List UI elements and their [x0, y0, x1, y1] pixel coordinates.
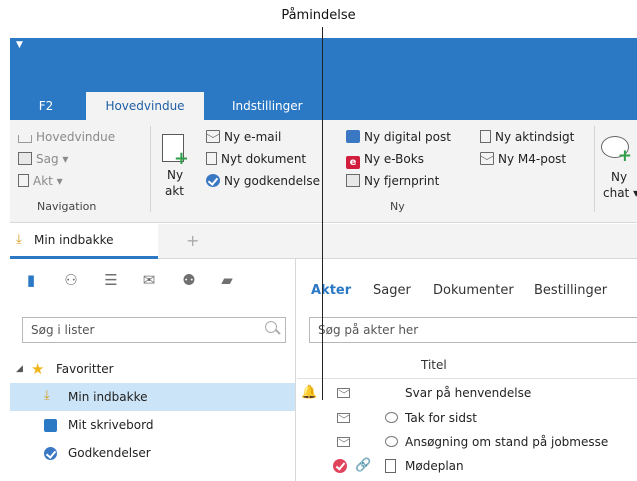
- chat-bubble-icon: +: [601, 136, 632, 165]
- ny-digital-post-button[interactable]: Ny digital post: [346, 130, 451, 144]
- ny-chat-line1: Ny: [611, 170, 628, 184]
- tab-dokumenter[interactable]: Dokumenter: [433, 283, 514, 298]
- quick-access-dropdown-icon[interactable]: ▼: [16, 40, 23, 50]
- row-title: Mødeplan: [405, 459, 464, 473]
- ny-aktindsigt-button[interactable]: Ny aktindsigt: [480, 130, 574, 144]
- document-tab-strip: ⤓ Min indbakke +: [10, 224, 637, 259]
- tree-item-favoritter[interactable]: ◢ ★ Favoritter: [10, 355, 295, 383]
- doc-tab-min-indbakke[interactable]: ⤓ Min indbakke: [10, 224, 158, 259]
- speech-bubble-icon: [385, 436, 398, 447]
- approval-check-icon: [44, 447, 57, 460]
- table-row[interactable]: 🔔 Svar på henvendelse: [297, 381, 637, 405]
- email-icon: [206, 130, 220, 143]
- collapse-arrow-icon[interactable]: ◢: [16, 355, 23, 383]
- tree-item-godkendelser[interactable]: Godkendelser: [10, 439, 295, 467]
- ny-email-button[interactable]: Ny e-mail: [206, 130, 281, 144]
- house-icon: [18, 135, 32, 143]
- document-icon[interactable]: ▮: [22, 271, 40, 289]
- group-label-ny: Ny: [390, 200, 405, 213]
- tab-indstillinger[interactable]: Indstillinger: [232, 92, 332, 120]
- document-icon: [18, 174, 29, 187]
- table-row[interactable]: 🔗 Mødeplan: [297, 454, 637, 478]
- list-document-icon: [385, 459, 396, 473]
- inbox-icon: ⤓: [44, 388, 50, 403]
- ny-chat-line2: chat ▾: [603, 186, 637, 200]
- column-header-titel[interactable]: Titel: [421, 358, 447, 372]
- envelope-icon: [337, 388, 350, 398]
- row-title: Tak for sidst: [405, 411, 477, 425]
- approval-check-icon: [206, 174, 220, 187]
- tab-sager[interactable]: Sager: [373, 283, 411, 298]
- envelope-edit-icon: [337, 437, 350, 447]
- group-label-navigation: Navigation: [37, 200, 97, 213]
- tab-akter[interactable]: Akter: [311, 283, 351, 298]
- tree-item-min-indbakke[interactable]: ⤓ Min indbakke: [10, 383, 295, 411]
- list-icon[interactable]: ☰: [102, 271, 120, 289]
- nav-sag[interactable]: Sag ▾: [18, 152, 68, 166]
- access-request-icon: [480, 130, 491, 143]
- ribbon-separator: [150, 126, 151, 212]
- speech-bubble-icon: [385, 412, 398, 423]
- m4-post-icon: [480, 152, 494, 165]
- ny-akt-line1: Ny: [167, 168, 184, 182]
- left-pane: ▮ ⚇ ☰ ✉ ⚉ ▰ ◢ ★ Favoritter ⤓ Min indbakk…: [10, 259, 296, 481]
- ribbon-tabs: F2 Hovedvindue Indstillinger: [10, 92, 637, 120]
- sitemap-icon[interactable]: ⚇: [62, 271, 80, 289]
- mail-stack-icon[interactable]: ✉: [140, 271, 158, 289]
- callout-line: [322, 27, 323, 400]
- ny-akt-line2: akt: [165, 184, 185, 198]
- document-icon: [206, 152, 217, 165]
- eboks-icon: e: [346, 156, 360, 169]
- table-row[interactable]: Tak for sidst: [297, 406, 637, 430]
- tree-item-mit-skrivebord[interactable]: Mit skrivebord: [10, 411, 295, 439]
- users-icon[interactable]: ⚉: [180, 271, 198, 289]
- star-icon: ★: [31, 360, 45, 378]
- app-window: ▼ F2 Hovedvindue Indstillinger Hovedvind…: [10, 38, 637, 481]
- acts-search-input[interactable]: [309, 317, 637, 343]
- nav-hovedvindue[interactable]: Hovedvindue: [18, 130, 115, 144]
- right-pane: Akter Sager Dokumenter Bestillinger Tite…: [297, 259, 637, 481]
- search-icon[interactable]: [265, 321, 277, 333]
- print-icon: [346, 174, 360, 187]
- tab-f2[interactable]: F2: [28, 92, 64, 120]
- folder-icon[interactable]: ▰: [218, 271, 236, 289]
- nyt-dokument-button[interactable]: Nyt dokument: [206, 152, 306, 166]
- title-bar: ▼: [10, 38, 637, 92]
- column-header: Titel: [297, 353, 637, 379]
- nav-akt[interactable]: Akt ▾: [18, 174, 63, 188]
- red-check-icon: [333, 459, 347, 473]
- table-row[interactable]: Ansøgning om stand på jobmesse: [297, 430, 637, 454]
- ny-godkendelse-button[interactable]: Ny godkendelse: [206, 174, 320, 188]
- add-tab-icon[interactable]: +: [186, 231, 199, 250]
- ny-m4-post-button[interactable]: Ny M4-post: [480, 152, 566, 166]
- paperclip-icon: 🔗: [355, 458, 372, 473]
- callout-label: Påmindelse: [281, 8, 356, 23]
- ribbon: Hovedvindue Sag ▾ Akt ▾ Navigation + Ny …: [10, 120, 637, 223]
- ribbon-separator: [594, 126, 595, 212]
- tab-bestillinger[interactable]: Bestillinger: [534, 283, 607, 298]
- tab-hovedvindue[interactable]: Hovedvindue: [86, 92, 204, 120]
- ny-fjernprint-button[interactable]: Ny fjernprint: [346, 174, 439, 188]
- desk-icon: [44, 419, 57, 432]
- case-icon: [18, 152, 32, 165]
- inbox-icon: ⤓: [16, 232, 22, 247]
- list-search-input[interactable]: [22, 317, 286, 343]
- digital-post-icon: [346, 130, 360, 143]
- row-title: Svar på henvendelse: [405, 386, 532, 400]
- ny-eboks-button[interactable]: e Ny e-Boks: [346, 152, 424, 169]
- new-document-icon: +: [162, 134, 189, 168]
- bell-icon: 🔔: [301, 385, 318, 400]
- envelope-icon: [337, 413, 350, 423]
- row-title: Ansøgning om stand på jobmesse: [405, 435, 609, 449]
